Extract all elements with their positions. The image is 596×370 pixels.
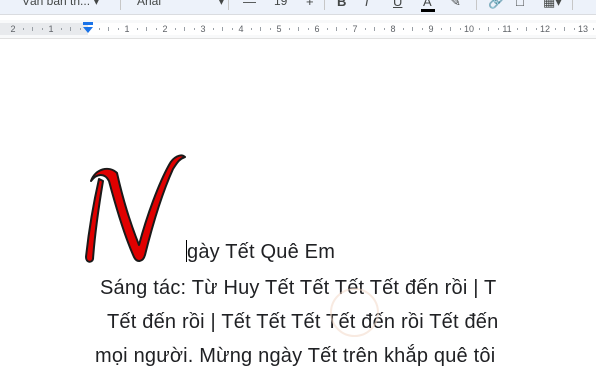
ruler-tick — [32, 27, 33, 31]
toolbar-divider — [228, 0, 229, 10]
ruler-label: 10 — [463, 24, 475, 34]
ruler-tick — [298, 27, 299, 31]
ruler-tick — [184, 27, 185, 31]
ruler-label: 13 — [577, 24, 589, 34]
toolbar-divider — [324, 0, 325, 10]
ruler-tick — [573, 28, 575, 30]
ruler-tick — [193, 28, 195, 30]
ruler-tick — [222, 27, 223, 31]
ruler-tick — [336, 27, 337, 31]
ruler-tick — [41, 28, 43, 30]
ruler-tick — [488, 27, 489, 31]
ruler-label: 9 — [428, 24, 434, 34]
ruler-label: 6 — [314, 24, 320, 34]
body-line[interactable]: Sáng tác: Từ Huy Tết Tết Tết Tết đến rồi… — [100, 277, 496, 300]
ruler-tick — [22, 28, 24, 30]
text-color-label: A — [423, 0, 432, 9]
chevron-down-icon: ▾ — [218, 0, 225, 8]
dropcap-drawing[interactable]: N — [85, 145, 190, 265]
ruler-tick — [70, 27, 71, 31]
ruler-tick — [564, 27, 565, 31]
ruler-label: 4 — [238, 24, 244, 34]
highlight-pen-icon[interactable]: ✎ — [450, 0, 461, 9]
ruler-tick — [307, 28, 309, 30]
text-color-button[interactable]: A — [421, 0, 435, 12]
ruler-label: 2 — [162, 24, 168, 34]
font-dropdown[interactable]: Arial ▾ — [137, 0, 224, 8]
ruler-tick — [526, 27, 527, 31]
increase-font-size-button[interactable]: + — [306, 0, 314, 9]
ruler-tick — [374, 27, 375, 31]
ruler-label: 5 — [276, 24, 282, 34]
ruler-label: 1 — [124, 24, 130, 34]
ruler-tick — [250, 28, 252, 30]
toolbar-divider — [476, 0, 477, 10]
bold-button[interactable]: B — [337, 0, 346, 9]
ruler-tick — [269, 28, 271, 30]
ruler-tick — [60, 28, 62, 30]
ruler-label: 11 — [502, 24, 512, 34]
ruler-tick — [592, 28, 594, 30]
watermark-logo — [330, 288, 379, 337]
chevron-down-icon: ▾ — [93, 0, 100, 8]
italic-button[interactable]: I — [365, 0, 369, 9]
font-label: Arial — [137, 0, 162, 8]
ruler-tick — [326, 28, 328, 30]
ruler-tick — [450, 27, 451, 31]
insert-link-icon[interactable]: 🔗 — [488, 0, 504, 9]
ruler-label: 7 — [352, 24, 358, 34]
ruler-tick — [288, 28, 290, 30]
left-indent-handle[interactable] — [83, 27, 93, 33]
ruler-tick — [260, 27, 261, 31]
ruler-tick — [345, 28, 347, 30]
toolbar: Văn bản th... ▾ Arial ▾ — 19 + B I U A ✎… — [0, 0, 596, 15]
decrease-font-size-button[interactable]: — — [243, 0, 256, 9]
dropcap-letter-shape: N — [85, 154, 186, 263]
ruler-tick — [155, 28, 157, 30]
ruler-tick — [98, 28, 100, 30]
paragraph-style-label: Văn bản th... — [22, 0, 91, 8]
ruler-label: 1 — [48, 24, 54, 34]
text-color-bar — [421, 9, 435, 12]
ruler-tick — [212, 28, 214, 30]
ruler-tick — [497, 28, 499, 30]
body-line[interactable]: Tết đến rồi | Tết Tết Tết Tết đến rồi Tế… — [107, 311, 498, 334]
toolbar-divider — [572, 0, 573, 10]
ruler-tick — [535, 28, 537, 30]
ruler-tick — [459, 28, 461, 30]
ruler-tick — [421, 28, 423, 30]
body-line[interactable]: mọi người. Mừng ngày Tết trên khắp quê t… — [95, 345, 495, 368]
ruler-tick — [554, 28, 556, 30]
ruler-tick — [79, 28, 81, 30]
ruler-tick — [174, 28, 176, 30]
ruler-tick — [146, 27, 147, 31]
ruler-tick — [231, 28, 233, 30]
ruler-tick — [402, 28, 404, 30]
paragraph-style-dropdown[interactable]: Văn bản th... ▾ — [22, 0, 99, 8]
font-size-input[interactable]: 19 — [274, 0, 287, 8]
first-line-indent-handle[interactable] — [83, 22, 93, 25]
ruler-tick — [136, 28, 138, 30]
toolbar-divider — [120, 0, 121, 10]
ruler-tick — [383, 28, 385, 30]
ruler-label: 2 — [10, 24, 16, 34]
ruler-tick — [108, 27, 109, 31]
ruler-tick — [117, 28, 119, 30]
ruler-tick — [364, 28, 366, 30]
ruler-label: 12 — [539, 24, 551, 34]
underline-button[interactable]: U — [393, 0, 402, 9]
ruler-tick — [478, 28, 480, 30]
ruler-tick — [440, 28, 442, 30]
ruler-label: 3 — [200, 24, 206, 34]
insert-image-icon[interactable]: ▦▾ — [543, 0, 562, 9]
ruler-tick — [412, 27, 413, 31]
ruler-tick — [516, 28, 518, 30]
ruler-label: 8 — [390, 24, 396, 34]
document-title[interactable]: gày Tết Quê Em — [187, 241, 335, 264]
add-comment-icon[interactable]: □ — [516, 0, 524, 9]
